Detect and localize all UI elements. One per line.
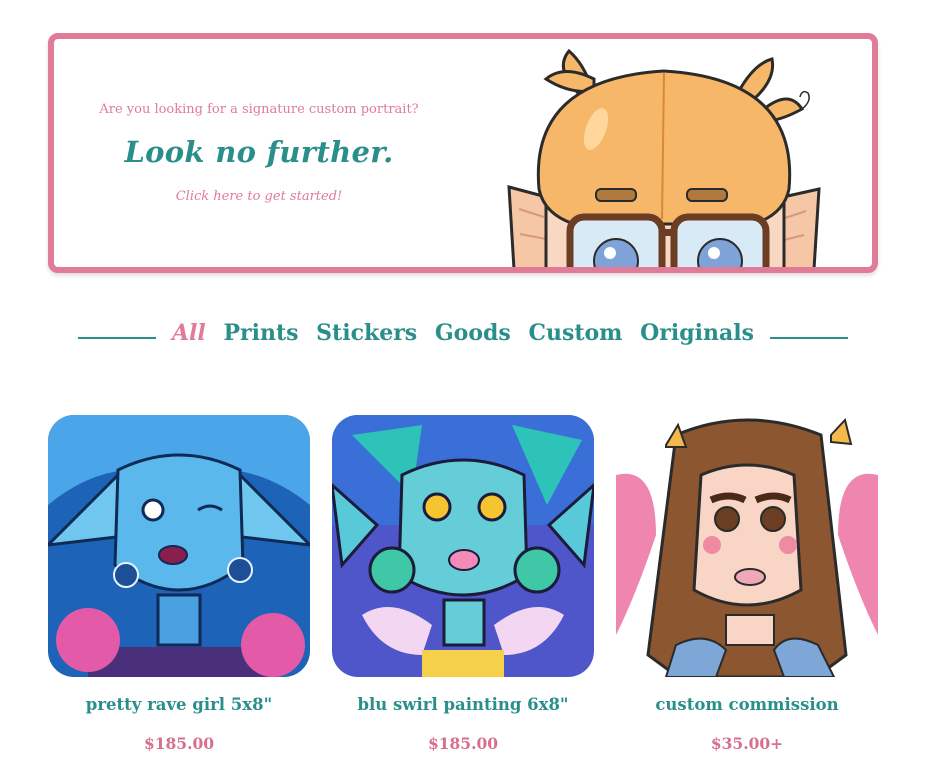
portrait-illustration [507, 48, 821, 267]
filter-prints[interactable]: Prints [223, 320, 298, 346]
product-grid: pretty rave girl 5x8" $185.00 blu swirl … [48, 415, 878, 760]
product-image[interactable] [332, 415, 594, 677]
filter-goods[interactable]: Goods [435, 320, 511, 346]
product-title[interactable]: custom commission [616, 695, 878, 714]
banner-subtitle: Are you looking for a signature custom p… [99, 102, 419, 117]
product-card[interactable]: pretty rave girl 5x8" $185.00 [48, 415, 310, 753]
product-title[interactable]: pretty rave girl 5x8" [48, 695, 310, 714]
product-price: $185.00 [143, 734, 215, 753]
product-card[interactable]: blu swirl painting 6x8" $185.00 [332, 415, 594, 753]
product-card[interactable]: custom commission $35.00+ [616, 415, 878, 753]
filter-items: All Prints Stickers Goods Custom Origina… [78, 320, 848, 346]
banner-headline: Look no further. [124, 135, 394, 169]
filter-originals[interactable]: Originals [640, 320, 754, 346]
product-title[interactable]: blu swirl painting 6x8" [332, 695, 594, 714]
divider-line-right [770, 337, 848, 339]
banner-text-block: Are you looking for a signature custom p… [54, 39, 464, 267]
product-image[interactable] [48, 415, 310, 677]
product-price: $185.00 [427, 734, 499, 753]
banner-cta-link[interactable]: Click here to get started! [54, 189, 464, 204]
product-price: $35.00+ [710, 734, 784, 753]
filter-all[interactable]: All [172, 320, 206, 346]
custom-portrait-banner[interactable]: Are you looking for a signature custom p… [48, 33, 878, 273]
category-filter-nav: All Prints Stickers Goods Custom Origina… [78, 320, 848, 356]
filter-stickers[interactable]: Stickers [316, 320, 417, 346]
filter-custom[interactable]: Custom [528, 320, 622, 346]
product-image[interactable] [616, 415, 878, 677]
